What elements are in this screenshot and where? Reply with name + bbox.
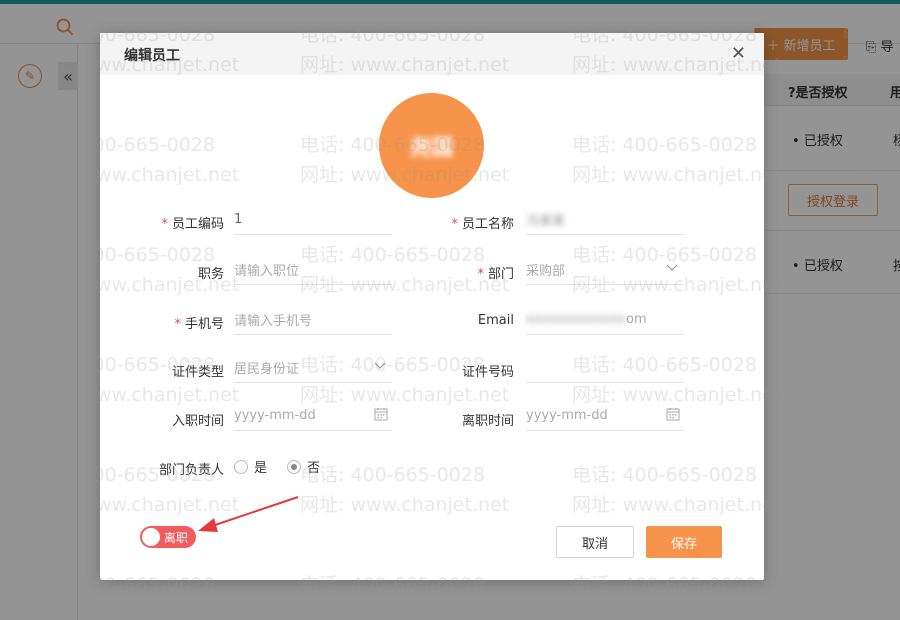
chevron-down-icon — [374, 359, 386, 373]
leave-date-label: 离职时间 — [461, 414, 514, 429]
edit-employee-dialog: 编辑员工 ✕ 尧国 * 员工编码 1 * 员工名称 冯某某 职务 请输入职位 * 部门… — [100, 33, 764, 580]
toggle-knob — [142, 528, 160, 546]
save-button[interactable]: 保存 — [646, 526, 722, 558]
leave-date-field[interactable]: yyyy-mm-dd — [526, 401, 684, 431]
resigned-toggle[interactable]: 离职 — [140, 526, 196, 548]
avatar[interactable]: 尧国 — [379, 93, 484, 198]
dept-head-label: 部门负责人 — [158, 463, 224, 478]
dialog-header: 编辑员工 ✕ — [100, 33, 764, 75]
department-select[interactable]: 采购部 — [526, 255, 684, 285]
id-number-label: 证件号码 — [461, 365, 514, 380]
radio-circle-checked — [287, 459, 302, 474]
hire-date-field[interactable]: yyyy-mm-dd — [234, 401, 392, 431]
email-label: Email — [477, 313, 514, 328]
hire-date-label: 入职时间 — [171, 414, 224, 429]
emp-code-label: * 员工编码 — [161, 217, 224, 232]
emp-code-field[interactable]: 1 — [234, 205, 392, 235]
emp-name-field[interactable]: 冯某某 — [526, 205, 684, 235]
radio-no[interactable]: 否 — [287, 457, 320, 476]
avatar-text: 尧国 — [409, 135, 454, 161]
dialog-title: 编辑员工 — [124, 48, 180, 64]
close-icon[interactable]: ✕ — [731, 43, 746, 64]
chevron-down-icon — [666, 261, 678, 275]
id-number-field[interactable] — [526, 353, 684, 383]
emp-name-label: * 员工名称 — [451, 217, 514, 232]
calendar-icon[interactable] — [666, 407, 680, 421]
dept-head-radio-group: 是 否 — [234, 457, 336, 478]
mobile-label: * 手机号 — [174, 317, 224, 332]
toggle-label: 离职 — [164, 530, 189, 545]
calendar-icon[interactable] — [374, 407, 388, 421]
radio-yes[interactable]: 是 — [234, 457, 267, 476]
email-field[interactable]: xxxxxxxxxxxxx om — [526, 305, 684, 335]
position-field[interactable]: 请输入职位 — [234, 255, 392, 285]
department-label: * 部门 — [477, 267, 514, 282]
mobile-field[interactable]: 请输入手机号 — [234, 305, 392, 335]
id-type-label: 证件类型 — [171, 365, 224, 380]
id-type-select[interactable]: 居民身份证 — [234, 353, 392, 383]
cancel-button[interactable]: 取消 — [556, 526, 634, 558]
radio-circle — [234, 459, 248, 474]
position-label: 职务 — [197, 267, 224, 282]
